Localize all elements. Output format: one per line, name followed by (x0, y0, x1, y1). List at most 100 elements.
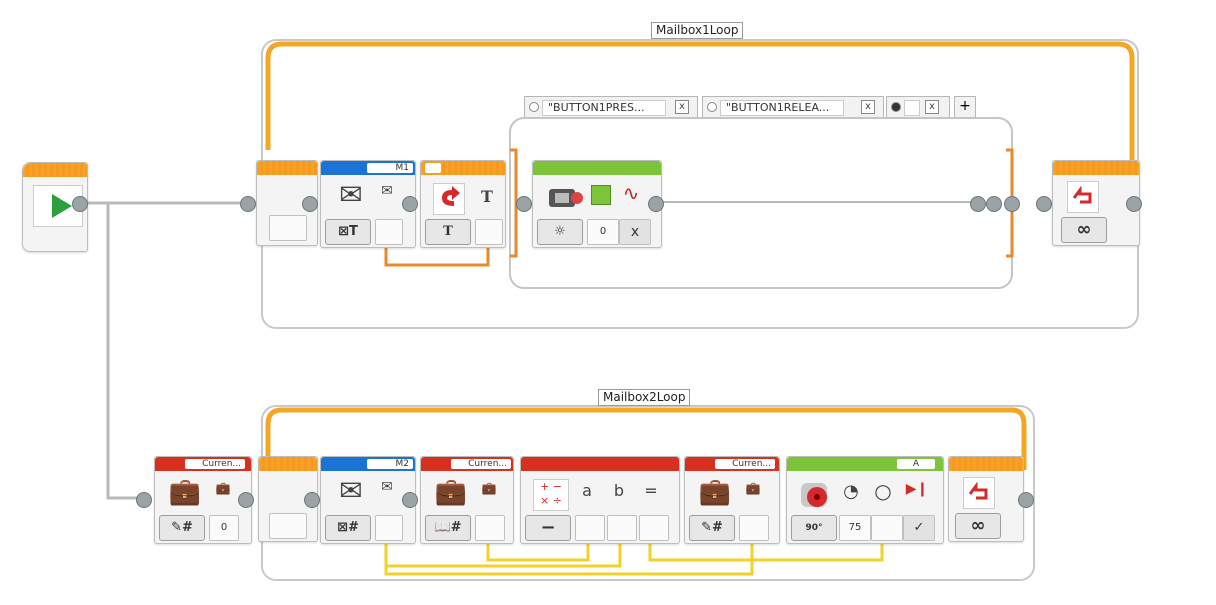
circle-icon: ○ (874, 479, 892, 503)
case-default-radio[interactable] (707, 102, 717, 112)
variable-read-in-port[interactable] (136, 492, 152, 508)
brake-icon: ▶❙ (905, 481, 929, 497)
mailbox-icon: ✉ (339, 474, 363, 507)
loop1-name-label[interactable]: Mailbox1Loop (651, 22, 744, 39)
switch-mode-selector[interactable]: T (425, 219, 471, 245)
math-ops-icon: + − × ÷ (533, 479, 569, 511)
math-result-label: = (644, 481, 658, 500)
loop2-mode-selector[interactable]: ∞ (955, 513, 1001, 539)
loop-return-icon (1072, 185, 1092, 204)
loop1-end-in-port[interactable] (1036, 196, 1052, 212)
switch-out-port[interactable] (1004, 196, 1020, 212)
loop1-mode-selector[interactable]: ∞ (1061, 217, 1107, 243)
pencil-icon: ✎ (171, 520, 182, 535)
switch-inner-port[interactable] (516, 196, 532, 212)
loop2-seq-port[interactable] (304, 492, 320, 508)
loop2-out-port[interactable] (1018, 492, 1034, 508)
light-mode-selector[interactable]: ☼ (537, 219, 583, 245)
pulse-icon: ∿ (622, 181, 640, 205)
variable-read-out-port[interactable] (238, 492, 254, 508)
mailbox-output-value[interactable] (375, 515, 403, 541)
motor-power-value[interactable]: 75 (839, 515, 871, 541)
case-default-radio[interactable] (891, 102, 901, 112)
motor-port-field[interactable]: A (897, 459, 935, 469)
check-icon: ✓ (913, 520, 925, 535)
motor-mode-selector[interactable]: 90° (791, 515, 837, 541)
math-mode-selector[interactable]: − (525, 515, 571, 541)
variable-output-value[interactable] (475, 515, 505, 541)
math-input-b-label: b (613, 481, 625, 500)
book-icon: 📖 (434, 520, 451, 535)
loop1-input-port[interactable] (240, 196, 256, 212)
math-block[interactable]: + − × ÷ a b = − (520, 456, 680, 544)
case-tab-button1-released[interactable]: "BUTTON1RELEA... x (702, 96, 884, 117)
power-gauge-icon: ◔ (843, 481, 859, 502)
variable-name-field[interactable]: Curren... (715, 459, 775, 469)
start-output-port[interactable] (72, 196, 88, 212)
briefcase-icon: 💼 (168, 477, 202, 507)
mailbox-mode-selector[interactable]: ⊠T (325, 219, 371, 245)
briefcase-small-icon: 💼 (745, 481, 761, 495)
motor-degrees-value[interactable] (871, 515, 903, 541)
loop1-out-port[interactable] (1126, 196, 1142, 212)
light-bulb-icon: ☼ (554, 224, 566, 239)
math-input-a-label: a (582, 481, 592, 500)
variable-mode-selector[interactable]: 📖# (425, 515, 471, 541)
mailbox-name-field[interactable]: M2 (367, 459, 413, 469)
math-input-b[interactable] (607, 515, 637, 541)
briefcase-icon: 💼 (434, 477, 468, 507)
delete-case-icon[interactable]: x (675, 100, 689, 114)
receive-mode-icon: ⊠ (338, 224, 350, 239)
delete-case-icon[interactable]: x (925, 100, 939, 114)
case-default-radio[interactable] (529, 102, 539, 112)
loop2-end-block[interactable]: ∞ (948, 456, 1024, 542)
case-tab-button1-pressed[interactable]: "BUTTON1PRES... x (524, 96, 698, 117)
loop-return-icon (968, 481, 988, 500)
brick-light-icon (549, 189, 583, 207)
briefcase-icon: 💼 (698, 477, 732, 507)
switch-block[interactable]: T T (420, 160, 506, 248)
briefcase-small-icon: 💼 (215, 481, 231, 495)
case-value[interactable] (904, 100, 920, 116)
mailbox-m2-out-port[interactable] (402, 492, 418, 508)
mailbox-icon: ✉ (339, 178, 363, 211)
variable-mode-selector[interactable]: ✎# (159, 515, 205, 541)
case-tab-default[interactable]: x (886, 96, 950, 117)
switch-view-toggle[interactable] (425, 163, 441, 173)
math-input-a[interactable] (575, 515, 605, 541)
case-value[interactable]: "BUTTON1RELEA... (720, 100, 844, 116)
mailbox-m1-out-port[interactable] (402, 196, 418, 212)
medium-motor-block[interactable]: A ◔ ○ ▶❙ 90° 75 ✓ (786, 456, 944, 544)
motor-icon (801, 483, 827, 507)
light-color-swatch[interactable] (591, 185, 611, 205)
add-case-button[interactable]: + (954, 96, 976, 117)
variable-value-input[interactable]: 0 (209, 515, 239, 541)
brake-at-end-toggle[interactable]: ✓ (903, 515, 935, 541)
pulse-off-toggle[interactable]: x (619, 219, 651, 245)
case-value[interactable]: "BUTTON1PRES... (542, 100, 666, 116)
delete-case-icon[interactable]: x (861, 100, 875, 114)
switch-text-input[interactable] (475, 219, 503, 245)
switch-input-label: T (481, 187, 493, 206)
minus-icon: − (540, 517, 556, 538)
variable-block-current-read[interactable]: Curren... 💼 💼 📖# (420, 456, 514, 544)
switch-case-out-port[interactable] (970, 196, 986, 212)
brick-status-light-block[interactable]: ∿ ☼ 0 x (532, 160, 662, 248)
briefcase-small-icon: 💼 (481, 481, 497, 495)
light-color-value[interactable]: 0 (587, 219, 619, 245)
variable-name-field[interactable]: Curren... (451, 459, 511, 469)
variable-value-input[interactable] (739, 515, 769, 541)
light-out-port[interactable] (648, 196, 664, 212)
envelope-icon: ✉ (381, 479, 393, 495)
loop1-seq-port[interactable] (302, 196, 318, 212)
math-result[interactable] (639, 515, 669, 541)
switch-arrow-icon (442, 186, 460, 206)
switch-case-out-port-2[interactable] (986, 196, 1002, 212)
variable-mode-selector[interactable]: ✎# (689, 515, 735, 541)
variable-block-current-write[interactable]: Curren... 💼 💼 ✎# (684, 456, 780, 544)
loop2-name-label[interactable]: Mailbox2Loop (598, 389, 691, 406)
mailbox-output-value[interactable] (375, 219, 403, 245)
mailbox-name-field[interactable]: M1 (367, 163, 413, 173)
mailbox-mode-selector[interactable]: ⊠# (325, 515, 371, 541)
variable-name-field[interactable]: Curren... (185, 459, 245, 469)
